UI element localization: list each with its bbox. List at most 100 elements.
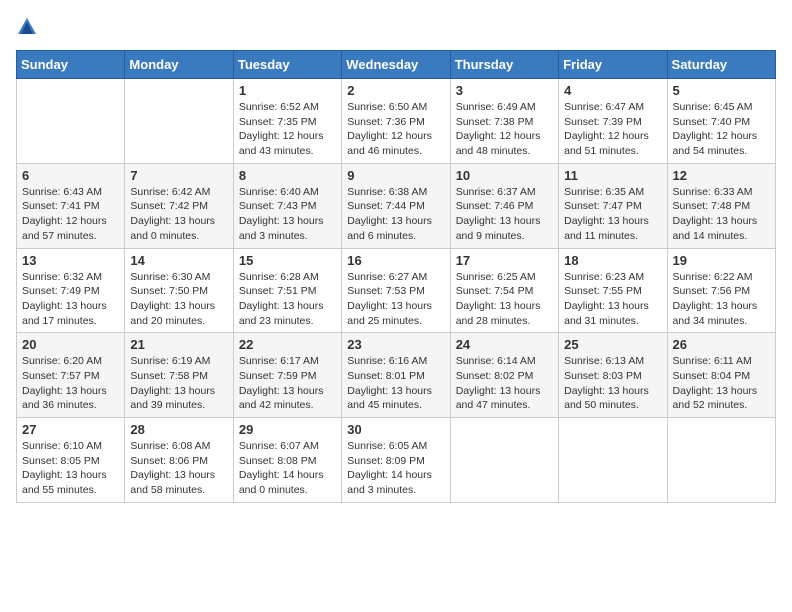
- calendar-cell: 9 Sunrise: 6:38 AM Sunset: 7:44 PM Daylig…: [342, 163, 450, 248]
- day-info: Sunrise: 6:07 AM Sunset: 8:08 PM Dayligh…: [239, 439, 336, 498]
- day-number: 10: [456, 168, 553, 183]
- day-number: 22: [239, 337, 336, 352]
- day-info: Sunrise: 6:22 AM Sunset: 7:56 PM Dayligh…: [673, 270, 770, 329]
- day-number: 23: [347, 337, 444, 352]
- calendar-cell: 8 Sunrise: 6:40 AM Sunset: 7:43 PM Daylig…: [233, 163, 341, 248]
- day-info: Sunrise: 6:19 AM Sunset: 7:58 PM Dayligh…: [130, 354, 227, 413]
- calendar-cell: 18Sunrise: 6:23 AM Sunset: 7:55 PM Dayli…: [559, 248, 667, 333]
- calendar-cell: 23 Sunrise: 6:16 AM Sunset: 8:01 PM Dayli…: [342, 333, 450, 418]
- day-number: 29: [239, 422, 336, 437]
- calendar-cell: 26 Sunrise: 6:11 AM Sunset: 8:04 PM Dayli…: [667, 333, 775, 418]
- calendar-cell: 16 Sunrise: 6:27 AM Sunset: 7:53 PM Dayli…: [342, 248, 450, 333]
- day-info: Sunrise: 6:08 AM Sunset: 8:06 PM Dayligh…: [130, 439, 227, 498]
- calendar-week-row: 6 Sunrise: 6:43 AM Sunset: 7:41 PM Daylig…: [17, 163, 776, 248]
- day-info: Sunrise: 6:14 AM Sunset: 8:02 PM Dayligh…: [456, 354, 553, 413]
- day-info: Sunrise: 6:52 AM Sunset: 7:35 PM Dayligh…: [239, 100, 336, 159]
- weekday-header: Thursday: [450, 51, 558, 79]
- day-info: Sunrise: 6:38 AM Sunset: 7:44 PM Dayligh…: [347, 185, 444, 244]
- calendar-cell: 22 Sunrise: 6:17 AM Sunset: 7:59 PM Dayli…: [233, 333, 341, 418]
- day-number: 7: [130, 168, 227, 183]
- day-info: Sunrise: 6:37 AM Sunset: 7:46 PM Dayligh…: [456, 185, 553, 244]
- calendar-cell: 20Sunrise: 6:20 AM Sunset: 7:57 PM Dayli…: [17, 333, 125, 418]
- day-info: Sunrise: 6:33 AM Sunset: 7:48 PM Dayligh…: [673, 185, 770, 244]
- calendar-week-row: 20Sunrise: 6:20 AM Sunset: 7:57 PM Dayli…: [17, 333, 776, 418]
- day-number: 18: [564, 253, 661, 268]
- calendar-week-row: 13Sunrise: 6:32 AM Sunset: 7:49 PM Dayli…: [17, 248, 776, 333]
- calendar-cell: 25 Sunrise: 6:13 AM Sunset: 8:03 PM Dayli…: [559, 333, 667, 418]
- day-number: 9: [347, 168, 444, 183]
- day-number: 24: [456, 337, 553, 352]
- calendar-cell: 7Sunrise: 6:42 AM Sunset: 7:42 PM Daylig…: [125, 163, 233, 248]
- logo-icon: [16, 16, 38, 38]
- day-info: Sunrise: 6:10 AM Sunset: 8:05 PM Dayligh…: [22, 439, 119, 498]
- calendar-table: SundayMondayTuesdayWednesdayThursdayFrid…: [16, 50, 776, 503]
- calendar-header-row: SundayMondayTuesdayWednesdayThursdayFrid…: [17, 51, 776, 79]
- calendar-cell: 5 Sunrise: 6:45 AM Sunset: 7:40 PM Daylig…: [667, 79, 775, 164]
- day-number: 8: [239, 168, 336, 183]
- day-number: 3: [456, 83, 553, 98]
- day-number: 11: [564, 168, 661, 183]
- calendar-cell: 21 Sunrise: 6:19 AM Sunset: 7:58 PM Dayli…: [125, 333, 233, 418]
- calendar-cell: 17Sunrise: 6:25 AM Sunset: 7:54 PM Dayli…: [450, 248, 558, 333]
- calendar-cell: [17, 79, 125, 164]
- calendar-cell: 3 Sunrise: 6:49 AM Sunset: 7:38 PM Daylig…: [450, 79, 558, 164]
- weekday-header: Sunday: [17, 51, 125, 79]
- day-info: Sunrise: 6:13 AM Sunset: 8:03 PM Dayligh…: [564, 354, 661, 413]
- calendar-cell: 1 Sunrise: 6:52 AM Sunset: 7:35 PM Daylig…: [233, 79, 341, 164]
- day-info: Sunrise: 6:43 AM Sunset: 7:41 PM Dayligh…: [22, 185, 119, 244]
- day-info: Sunrise: 6:17 AM Sunset: 7:59 PM Dayligh…: [239, 354, 336, 413]
- weekday-header: Tuesday: [233, 51, 341, 79]
- calendar-cell: 29 Sunrise: 6:07 AM Sunset: 8:08 PM Dayli…: [233, 418, 341, 503]
- day-info: Sunrise: 6:11 AM Sunset: 8:04 PM Dayligh…: [673, 354, 770, 413]
- day-info: Sunrise: 6:20 AM Sunset: 7:57 PM Dayligh…: [22, 354, 119, 413]
- day-info: Sunrise: 6:28 AM Sunset: 7:51 PM Dayligh…: [239, 270, 336, 329]
- day-number: 26: [673, 337, 770, 352]
- page-header: [16, 16, 776, 38]
- calendar-cell: [125, 79, 233, 164]
- day-number: 21: [130, 337, 227, 352]
- calendar-cell: 12Sunrise: 6:33 AM Sunset: 7:48 PM Dayli…: [667, 163, 775, 248]
- day-number: 2: [347, 83, 444, 98]
- calendar-cell: 11 Sunrise: 6:35 AM Sunset: 7:47 PM Dayli…: [559, 163, 667, 248]
- day-info: Sunrise: 6:45 AM Sunset: 7:40 PM Dayligh…: [673, 100, 770, 159]
- calendar-cell: 4 Sunrise: 6:47 AM Sunset: 7:39 PM Daylig…: [559, 79, 667, 164]
- day-number: 28: [130, 422, 227, 437]
- day-info: Sunrise: 6:05 AM Sunset: 8:09 PM Dayligh…: [347, 439, 444, 498]
- day-number: 5: [673, 83, 770, 98]
- day-number: 1: [239, 83, 336, 98]
- day-info: Sunrise: 6:50 AM Sunset: 7:36 PM Dayligh…: [347, 100, 444, 159]
- calendar-cell: 28 Sunrise: 6:08 AM Sunset: 8:06 PM Dayli…: [125, 418, 233, 503]
- day-number: 27: [22, 422, 119, 437]
- calendar-cell: 27 Sunrise: 6:10 AM Sunset: 8:05 PM Dayli…: [17, 418, 125, 503]
- weekday-header: Saturday: [667, 51, 775, 79]
- day-info: Sunrise: 6:27 AM Sunset: 7:53 PM Dayligh…: [347, 270, 444, 329]
- day-number: 17: [456, 253, 553, 268]
- calendar-cell: 13Sunrise: 6:32 AM Sunset: 7:49 PM Dayli…: [17, 248, 125, 333]
- day-number: 15: [239, 253, 336, 268]
- day-info: Sunrise: 6:47 AM Sunset: 7:39 PM Dayligh…: [564, 100, 661, 159]
- calendar-cell: [559, 418, 667, 503]
- day-info: Sunrise: 6:35 AM Sunset: 7:47 PM Dayligh…: [564, 185, 661, 244]
- calendar-cell: 14Sunrise: 6:30 AM Sunset: 7:50 PM Dayli…: [125, 248, 233, 333]
- day-number: 16: [347, 253, 444, 268]
- day-number: 4: [564, 83, 661, 98]
- calendar-cell: 10 Sunrise: 6:37 AM Sunset: 7:46 PM Dayli…: [450, 163, 558, 248]
- day-info: Sunrise: 6:30 AM Sunset: 7:50 PM Dayligh…: [130, 270, 227, 329]
- day-info: Sunrise: 6:49 AM Sunset: 7:38 PM Dayligh…: [456, 100, 553, 159]
- day-info: Sunrise: 6:40 AM Sunset: 7:43 PM Dayligh…: [239, 185, 336, 244]
- day-number: 25: [564, 337, 661, 352]
- day-number: 19: [673, 253, 770, 268]
- calendar-cell: 24 Sunrise: 6:14 AM Sunset: 8:02 PM Dayli…: [450, 333, 558, 418]
- calendar-cell: 2 Sunrise: 6:50 AM Sunset: 7:36 PM Daylig…: [342, 79, 450, 164]
- calendar-cell: 30 Sunrise: 6:05 AM Sunset: 8:09 PM Dayli…: [342, 418, 450, 503]
- calendar-week-row: 1 Sunrise: 6:52 AM Sunset: 7:35 PM Daylig…: [17, 79, 776, 164]
- calendar-week-row: 27 Sunrise: 6:10 AM Sunset: 8:05 PM Dayli…: [17, 418, 776, 503]
- calendar-cell: 19 Sunrise: 6:22 AM Sunset: 7:56 PM Dayli…: [667, 248, 775, 333]
- day-number: 13: [22, 253, 119, 268]
- weekday-header: Monday: [125, 51, 233, 79]
- day-number: 30: [347, 422, 444, 437]
- calendar-cell: 6 Sunrise: 6:43 AM Sunset: 7:41 PM Daylig…: [17, 163, 125, 248]
- day-number: 6: [22, 168, 119, 183]
- day-info: Sunrise: 6:16 AM Sunset: 8:01 PM Dayligh…: [347, 354, 444, 413]
- calendar-cell: [450, 418, 558, 503]
